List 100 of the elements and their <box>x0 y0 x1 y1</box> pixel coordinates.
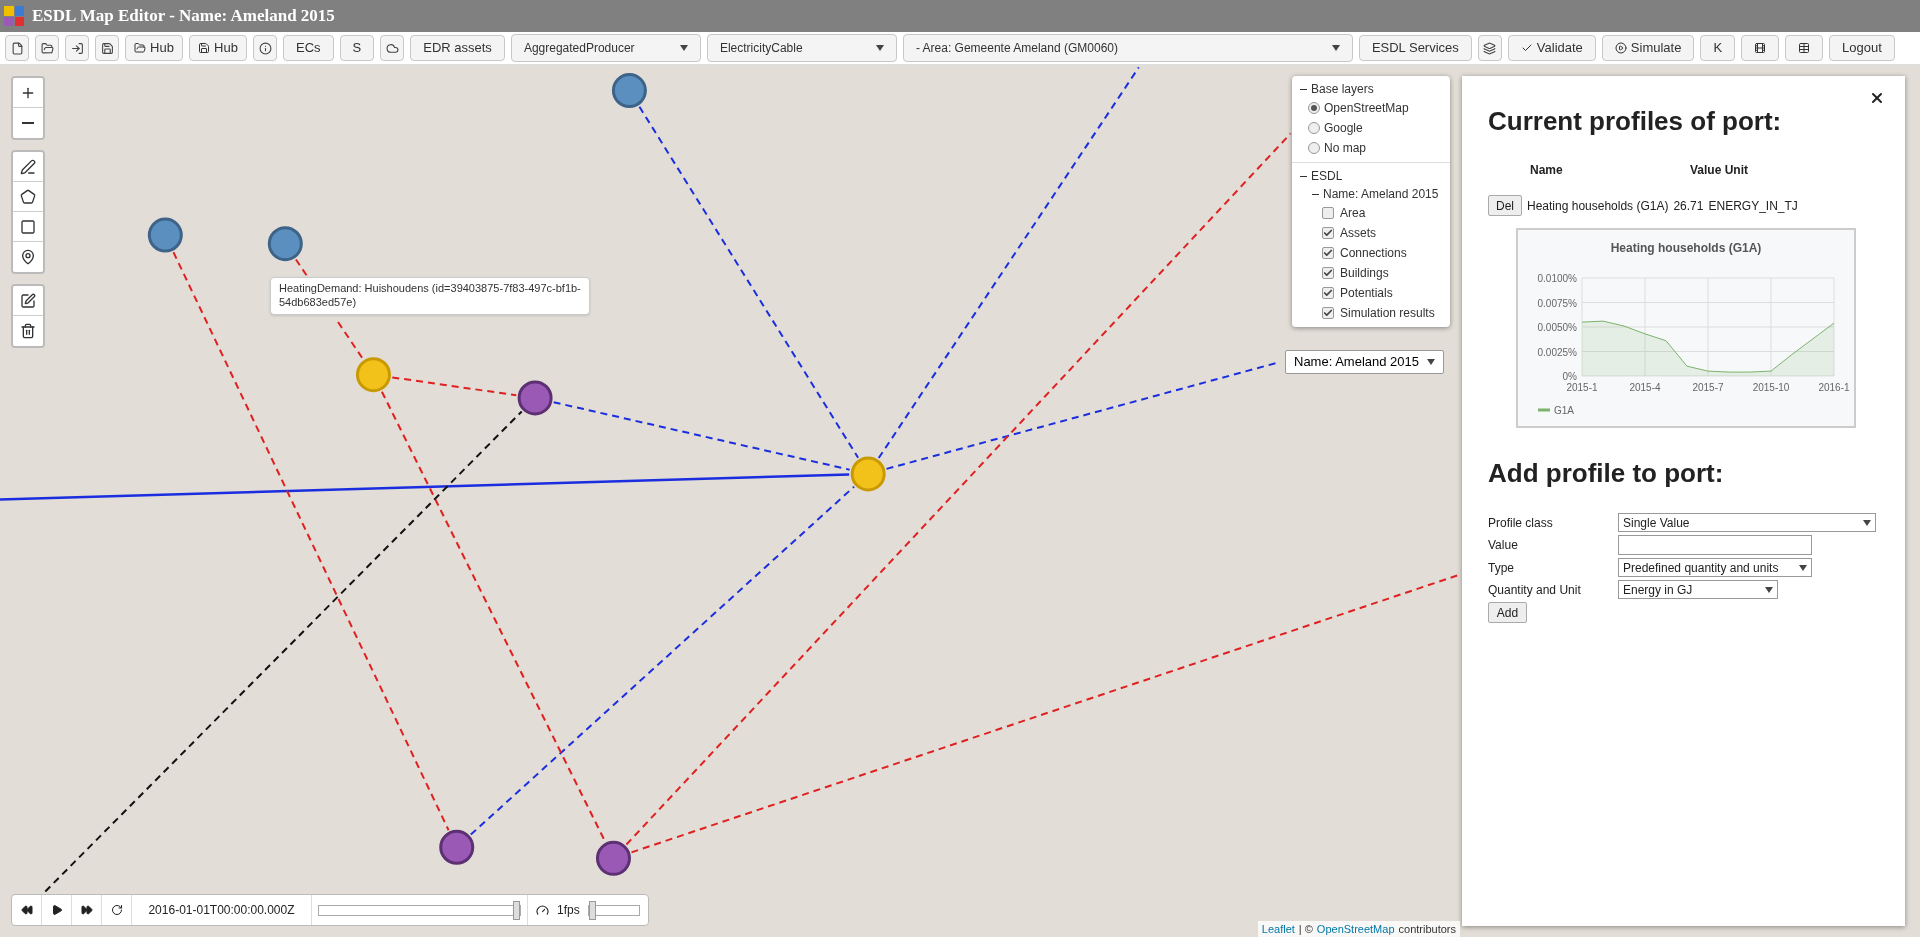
minus-icon <box>22 122 34 124</box>
energy-system-select[interactable]: Name: Ameland 2015 <box>1285 350 1445 374</box>
pentagon-icon <box>20 188 36 205</box>
radio-button[interactable] <box>1308 142 1320 154</box>
info-icon <box>258 41 272 55</box>
checkbox[interactable] <box>1322 307 1334 319</box>
form-label: Quantity and Unit <box>1488 581 1582 599</box>
open-button[interactable] <box>35 35 59 61</box>
dropdown[interactable]: ElectricityCable <box>706 34 897 62</box>
slider-thumb[interactable] <box>513 900 520 920</box>
fast-forward-icon <box>80 904 93 916</box>
checkbox[interactable] <box>1322 247 1334 259</box>
caret-icon <box>1799 564 1807 571</box>
cloud-icon <box>385 41 399 55</box>
axis-label: 0.0025% <box>1537 346 1577 358</box>
folder-icon <box>134 42 147 54</box>
column-header: Value Unit <box>1690 162 1748 179</box>
caret-icon <box>1863 519 1871 526</box>
film-icon <box>1754 42 1767 54</box>
draw-polygon-button[interactable] <box>13 182 43 212</box>
form-label: Type <box>1488 559 1515 577</box>
connection-line[interactable] <box>0 473 850 501</box>
caret-icon <box>875 45 884 51</box>
delete-button[interactable]: Del <box>1488 195 1522 216</box>
esdl-services-button[interactable]: ESDL Services <box>1358 35 1472 61</box>
radio-button[interactable] <box>1308 102 1320 114</box>
connection-line[interactable] <box>337 321 364 360</box>
check-icon <box>1520 42 1533 54</box>
select-field[interactable]: Predefined quantity and units <box>1618 558 1812 577</box>
area-button[interactable] <box>380 35 405 61</box>
checkbox[interactable] <box>1322 207 1334 219</box>
delete-button[interactable] <box>13 316 43 346</box>
k-button[interactable]: K <box>1700 35 1736 61</box>
asset-marker-icon[interactable] <box>439 829 475 865</box>
asset-marker-icon[interactable] <box>267 226 303 262</box>
energy-system-name: Name: Ameland 2015 <box>1323 186 1439 203</box>
dropdown[interactable]: AggregatedProducer <box>510 34 701 62</box>
radio-button[interactable] <box>1308 122 1320 134</box>
edr-assets-button[interactable]: EDR assets <box>410 35 505 61</box>
place-marker-button[interactable] <box>13 242 43 272</box>
caret-icon <box>1765 586 1773 593</box>
logout-button[interactable]: Logout <box>1829 35 1895 61</box>
edit-button[interactable] <box>13 286 43 316</box>
attribution-link[interactable]: Leaflet <box>1261 920 1295 937</box>
add-button[interactable]: Add <box>1488 602 1527 623</box>
zoom-out-button[interactable] <box>13 108 43 138</box>
select-field[interactable]: Energy in GJ <box>1618 580 1778 599</box>
film-button[interactable] <box>1741 35 1780 61</box>
simulate-button[interactable]: Simulate <box>1601 35 1695 61</box>
checkbox[interactable] <box>1322 267 1334 279</box>
toolbar-button[interactable]: ECs <box>283 35 334 61</box>
layer-option: Buildings <box>1340 264 1389 282</box>
layer-option: Connections <box>1340 244 1407 262</box>
form-label: Value <box>1488 537 1519 554</box>
checkbox[interactable] <box>1322 287 1334 299</box>
save-button[interactable] <box>95 35 119 61</box>
draw-rectangle-button[interactable] <box>13 212 43 242</box>
info-button[interactable] <box>253 35 277 61</box>
toolbar-button[interactable]: S <box>339 35 375 61</box>
draw-line-button[interactable] <box>13 152 43 182</box>
hub-button[interactable]: Hub <box>125 35 183 61</box>
select-field[interactable]: Single Value <box>1618 513 1876 532</box>
layer-option: Assets <box>1340 224 1376 242</box>
hub-button[interactable]: Hub <box>189 35 247 61</box>
layer-group-title: Base layers <box>1311 81 1374 98</box>
layer-option: Potentials <box>1340 284 1393 302</box>
attribution-link[interactable]: OpenStreetMap <box>1316 920 1395 937</box>
close-button[interactable] <box>1869 90 1885 106</box>
dropdown[interactable]: - Area: Gemeente Ameland (GM0060) <box>902 34 1353 62</box>
window-title: ESDL Map Editor - Name: Ameland 2015 <box>32 5 335 28</box>
import-icon <box>70 41 84 55</box>
file-icon <box>10 41 24 55</box>
caret-icon <box>1427 359 1436 365</box>
table-icon <box>1798 42 1811 54</box>
slider-thumb[interactable] <box>588 900 596 920</box>
value-input[interactable] <box>1618 535 1812 555</box>
new-file-button[interactable] <box>5 35 29 61</box>
connection-line[interactable] <box>294 258 308 277</box>
layers-button[interactable] <box>1477 35 1502 61</box>
speedometer-icon <box>536 903 549 917</box>
line-icon <box>20 158 36 175</box>
checkbox[interactable] <box>1322 227 1334 239</box>
table-button[interactable] <box>1785 35 1824 61</box>
import-button[interactable] <box>65 35 89 61</box>
map-tooltip: HeatingDemand: Huishoudens (id=39403875-7f83-497c-bf1b-54db683ed57e) <box>270 277 590 315</box>
axis-label: 0.0075% <box>1537 297 1577 309</box>
play-icon <box>50 904 63 916</box>
asset-marker-icon[interactable] <box>517 380 553 416</box>
caret-icon <box>679 45 688 51</box>
axis-label: 2015-4 <box>1629 382 1661 393</box>
asset-marker-icon[interactable] <box>147 217 183 253</box>
refresh-icon <box>110 904 123 916</box>
layer-option: Google <box>1324 119 1363 137</box>
connection-line[interactable] <box>391 376 518 397</box>
zoom-in-button[interactable] <box>13 78 43 108</box>
asset-marker-icon[interactable] <box>850 456 886 492</box>
axis-label: 0% <box>1562 371 1577 382</box>
profile-value: 26.71 <box>1673 197 1704 215</box>
profile-unit: ENERGY_IN_TJ <box>1708 197 1798 215</box>
validate-button[interactable]: Validate <box>1507 35 1596 61</box>
